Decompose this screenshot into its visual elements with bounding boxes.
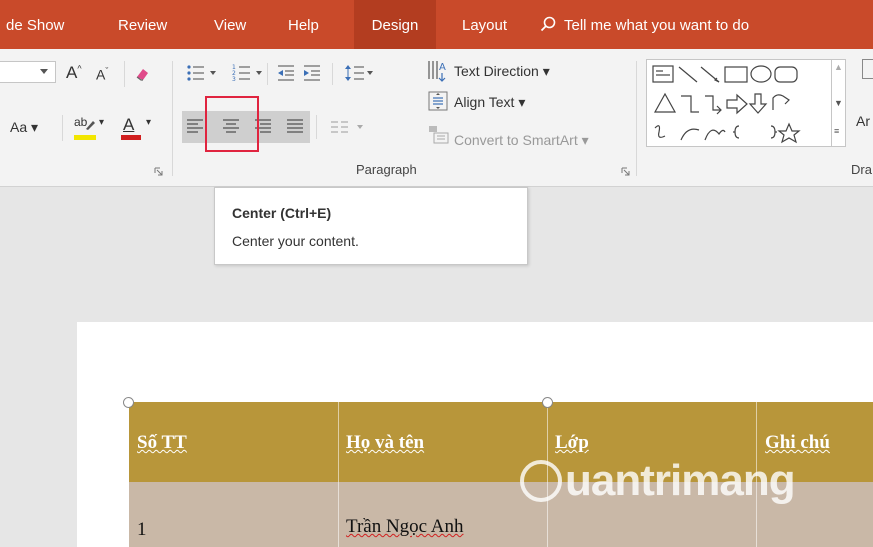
table-header-cell[interactable]: Ghi chú: [765, 432, 830, 454]
tab-layout[interactable]: Layout: [462, 0, 507, 49]
table-header-cell[interactable]: Họ và tên: [346, 432, 424, 454]
text-direction-icon[interactable]: A: [426, 59, 448, 83]
tab-review[interactable]: Review: [118, 0, 167, 49]
tab-view[interactable]: View: [214, 0, 246, 49]
highlighter-icon: [86, 121, 95, 130]
tooltip-title: Center (Ctrl+E): [232, 205, 332, 221]
separator: [332, 63, 333, 85]
smartart-icon[interactable]: [428, 124, 450, 144]
ribbon: A^ Aˇ Aa ▾ ab ▾ A ▾ 123 A Text Direction…: [0, 49, 873, 187]
dialog-launcher-icon[interactable]: [621, 167, 630, 176]
table-cell[interactable]: Trần Ngọc Anh: [346, 516, 464, 538]
shapes-gallery[interactable]: [646, 59, 832, 147]
align-text-icon[interactable]: [428, 91, 448, 111]
bullets-icon[interactable]: [186, 63, 220, 83]
change-case-label: Aa: [10, 119, 28, 135]
convert-smartart-button[interactable]: Convert to SmartArt ▾: [454, 132, 589, 149]
highlight-color-button[interactable]: ab ▾: [72, 113, 110, 143]
font-color-glyph: A: [123, 115, 135, 134]
tooltip-description: Center your content.: [232, 233, 359, 249]
text-direction-label: Text Direction: [454, 63, 539, 79]
increase-indent-icon[interactable]: [302, 63, 322, 83]
clear-formatting-icon[interactable]: [134, 65, 152, 83]
resize-handle[interactable]: [123, 397, 134, 408]
shapes-scrollbar[interactable]: ▲ ▼ ≡: [832, 59, 846, 147]
tell-me-box[interactable]: Tell me what you want to do: [540, 0, 749, 49]
watermark-logo-icon: [520, 460, 562, 502]
group-separator: [636, 61, 637, 176]
align-center-highlight-box: [205, 96, 259, 152]
scroll-up-icon[interactable]: ▲: [834, 62, 843, 72]
grow-font-icon[interactable]: A^: [66, 63, 82, 83]
font-color-button[interactable]: A ▾: [118, 113, 158, 143]
quick-styles-partial[interactable]: [862, 59, 873, 79]
font-size-box[interactable]: [0, 61, 56, 83]
paragraph-group-label: Paragraph: [356, 162, 417, 177]
shapes-gallery-icons: [652, 65, 801, 144]
chevron-down-icon: ▾: [146, 117, 152, 128]
ribbon-tab-bar: de Show Review View Help Design Layout T…: [0, 0, 873, 49]
highlight-swatch: [74, 135, 96, 140]
scroll-down-icon[interactable]: ▼: [834, 98, 843, 108]
chevron-down-icon: ▾: [99, 117, 105, 128]
table-header-cell[interactable]: Số TT: [137, 432, 187, 454]
convert-smartart-label: Convert to SmartArt: [454, 132, 578, 148]
resize-handle[interactable]: [542, 397, 553, 408]
align-text-label: Align Text: [454, 94, 515, 110]
tab-slide-show[interactable]: de Show: [6, 0, 64, 49]
align-text-button[interactable]: Align Text ▾: [454, 94, 525, 111]
more-shapes-icon[interactable]: ≡: [834, 126, 839, 136]
numbering-icon[interactable]: 123: [232, 63, 266, 83]
chevron-down-icon: [40, 69, 48, 74]
column-divider: [338, 402, 339, 547]
tab-help[interactable]: Help: [288, 0, 319, 49]
table-header-cell[interactable]: Lớp: [555, 432, 589, 454]
drawing-group-label: Dra: [851, 162, 872, 177]
search-icon: [540, 16, 556, 32]
line-spacing-icon[interactable]: [344, 63, 374, 83]
svg-text:3: 3: [232, 76, 236, 83]
justify-icon[interactable]: [286, 117, 304, 135]
arrange-button-partial[interactable]: Ar: [856, 113, 870, 129]
separator: [267, 63, 268, 85]
text-direction-button[interactable]: Text Direction ▾: [454, 63, 550, 80]
tell-me-label: Tell me what you want to do: [564, 17, 750, 34]
group-separator: [172, 61, 173, 176]
separator: [316, 115, 317, 139]
svg-text:A: A: [439, 62, 446, 73]
change-case-button[interactable]: Aa ▾: [10, 119, 38, 136]
tab-design[interactable]: Design: [354, 0, 436, 49]
align-left-icon[interactable]: [186, 117, 204, 135]
dialog-launcher-icon[interactable]: [154, 167, 163, 176]
watermark-text: uantrimang: [565, 456, 796, 505]
separator: [124, 61, 125, 87]
shrink-font-icon[interactable]: Aˇ: [96, 66, 108, 83]
font-color-swatch: [121, 135, 141, 140]
table-cell[interactable]: 1: [137, 519, 147, 541]
columns-icon[interactable]: [330, 119, 366, 135]
decrease-indent-icon[interactable]: [276, 63, 296, 83]
separator: [62, 115, 63, 141]
tooltip: Center (Ctrl+E) Center your content.: [214, 187, 528, 265]
